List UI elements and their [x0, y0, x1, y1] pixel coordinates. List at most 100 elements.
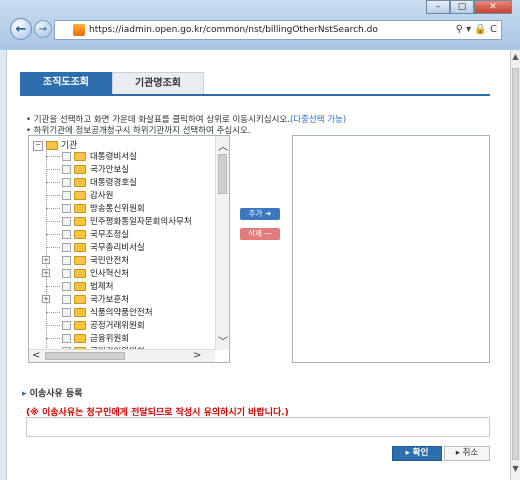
tree-connector: [46, 247, 60, 248]
reason-input[interactable]: [26, 417, 490, 437]
item-checkbox[interactable]: [62, 165, 71, 174]
tree-item-label: 국무총리비서실: [90, 243, 145, 253]
reason-section-title: ▸ 이송사유 등록: [22, 386, 83, 399]
tree-scroll-right-icon[interactable]: >: [193, 350, 201, 361]
search-tabs: 조직도조회 기관명조회: [20, 72, 204, 94]
expand-icon[interactable]: +: [42, 269, 50, 277]
item-checkbox[interactable]: [62, 334, 71, 343]
tree-vertical-scrollbar[interactable]: ︿ ﹀: [215, 136, 229, 350]
tree-item-label: 공정거래위원회: [90, 321, 145, 331]
root-folder-icon: [45, 141, 58, 150]
tree-scroll-up-icon[interactable]: ︿: [218, 138, 228, 153]
tree-item[interactable]: 식품의약품안전처: [29, 306, 214, 319]
expand-icon[interactable]: +: [42, 295, 50, 303]
collapse-icon[interactable]: −: [33, 140, 43, 151]
tab-underline: [20, 94, 490, 96]
tree-item-label: 국무조정실: [90, 230, 130, 240]
folder-icon: [74, 243, 86, 252]
delete-agency-button[interactable]: 삭제 ―: [240, 228, 280, 240]
folder-icon: [74, 217, 86, 226]
cancel-button[interactable]: ▸ 취소: [444, 446, 490, 461]
item-checkbox[interactable]: [62, 243, 71, 252]
scroll-up-icon[interactable]: ▲: [511, 52, 520, 66]
address-bar-icons[interactable]: ⚲ ▾ 🔒 C: [456, 24, 497, 35]
page-scrollbar[interactable]: ▲ ▼: [510, 50, 520, 480]
tree-item-label: 국가안보실: [90, 165, 130, 175]
tree-connector: [46, 208, 60, 209]
forward-arrow-icon: →: [38, 24, 48, 35]
scroll-thumb[interactable]: [512, 68, 519, 460]
tree-item-label: 대통령경호실: [90, 178, 137, 188]
tree-item[interactable]: 대통령비서실: [29, 150, 214, 163]
folder-icon: [74, 321, 86, 330]
expand-icon[interactable]: +: [42, 256, 50, 264]
tree-item[interactable]: 국무총리비서실: [29, 241, 214, 254]
item-checkbox[interactable]: [62, 295, 71, 304]
tree-connector: [46, 338, 60, 339]
tree-item[interactable]: 국가안보실: [29, 163, 214, 176]
tree-item-label: 민주평화통일자문회의사무처: [90, 217, 192, 227]
folder-icon: [74, 152, 86, 161]
folder-icon: [74, 230, 86, 239]
tree-item[interactable]: 방송통신위원회: [29, 202, 214, 215]
item-checkbox[interactable]: [62, 204, 71, 213]
tree-horizontal-scrollbar[interactable]: < >: [29, 349, 215, 362]
selected-agency-list[interactable]: [292, 135, 490, 363]
tree-item-label: 대통령비서실: [90, 152, 137, 162]
tree-item-label: 국가보훈처: [90, 295, 130, 305]
address-bar[interactable]: https://iadmin.open.go.kr/common/nst/bil…: [54, 20, 502, 40]
add-agency-button[interactable]: 추가 ➜: [240, 208, 280, 220]
item-checkbox[interactable]: [62, 269, 71, 278]
tree-connector: [46, 312, 60, 313]
tree-item-list: 대통령비서실국가안보실대통령경호실감사원방송통신위원회민주평화통일자문회의사무처…: [29, 150, 214, 362]
tree-connector: [46, 325, 60, 326]
item-checkbox[interactable]: [62, 308, 71, 317]
item-checkbox[interactable]: [62, 230, 71, 239]
item-checkbox[interactable]: [62, 217, 71, 226]
tree-item[interactable]: 국무조정실: [29, 228, 214, 241]
tree-item[interactable]: 금융위원회: [29, 332, 214, 345]
tab-agency-name[interactable]: 기관명조회: [112, 72, 204, 94]
item-checkbox[interactable]: [62, 191, 71, 200]
window-controls: – ▢ ✕: [426, 0, 512, 14]
browser-chrome: – ▢ ✕ ← → https://iadmin.open.go.kr/comm…: [0, 0, 520, 50]
back-arrow-icon: ←: [15, 22, 27, 37]
item-checkbox[interactable]: [62, 321, 71, 330]
item-checkbox[interactable]: [62, 282, 71, 291]
item-checkbox[interactable]: [62, 178, 71, 187]
tree-scroll-thumb[interactable]: [218, 154, 227, 194]
folder-icon: [74, 282, 86, 291]
tree-scroll-down-icon[interactable]: ﹀: [218, 333, 228, 348]
tree-item[interactable]: + 국민안전처: [29, 254, 214, 267]
reason-title-text: 이송사유 등록: [29, 389, 83, 399]
back-button[interactable]: ←: [10, 18, 32, 40]
tab-org-chart[interactable]: 조직도조회: [20, 72, 112, 94]
tree-connector: [46, 195, 60, 196]
folder-icon: [74, 178, 86, 187]
tree-item-label: 인사혁신처: [90, 269, 130, 279]
tree-connector: [46, 156, 60, 157]
tree-item[interactable]: + 국가보훈처: [29, 293, 214, 306]
tree-scroll-left-icon[interactable]: <: [32, 350, 40, 361]
folder-icon: [74, 165, 86, 174]
tree-item[interactable]: 공정거래위원회: [29, 319, 214, 332]
item-checkbox[interactable]: [62, 152, 71, 161]
section-bullet-icon: ▸: [22, 389, 27, 399]
tree-connector: [46, 234, 60, 235]
item-checkbox[interactable]: [62, 256, 71, 265]
forward-button[interactable]: →: [34, 20, 52, 38]
tree-item-label: 법제처: [90, 282, 114, 292]
tree-item[interactable]: 감사원: [29, 189, 214, 202]
tree-item[interactable]: 민주평화통일자문회의사무처: [29, 215, 214, 228]
close-window-button[interactable]: ✕: [474, 0, 512, 14]
tree-item-label: 감사원: [90, 191, 114, 201]
maximize-button[interactable]: ▢: [450, 0, 474, 14]
minimize-button[interactable]: –: [426, 0, 450, 14]
tree-item-label: 방송통신위원회: [90, 204, 145, 214]
tree-item[interactable]: 대통령경호실: [29, 176, 214, 189]
tree-hscroll-thumb[interactable]: [45, 352, 125, 360]
tree-item[interactable]: 법제처: [29, 280, 214, 293]
confirm-button[interactable]: ▸ 확인: [392, 446, 442, 461]
scroll-down-icon[interactable]: ▼: [511, 464, 520, 478]
tree-item[interactable]: + 인사혁신처: [29, 267, 214, 280]
